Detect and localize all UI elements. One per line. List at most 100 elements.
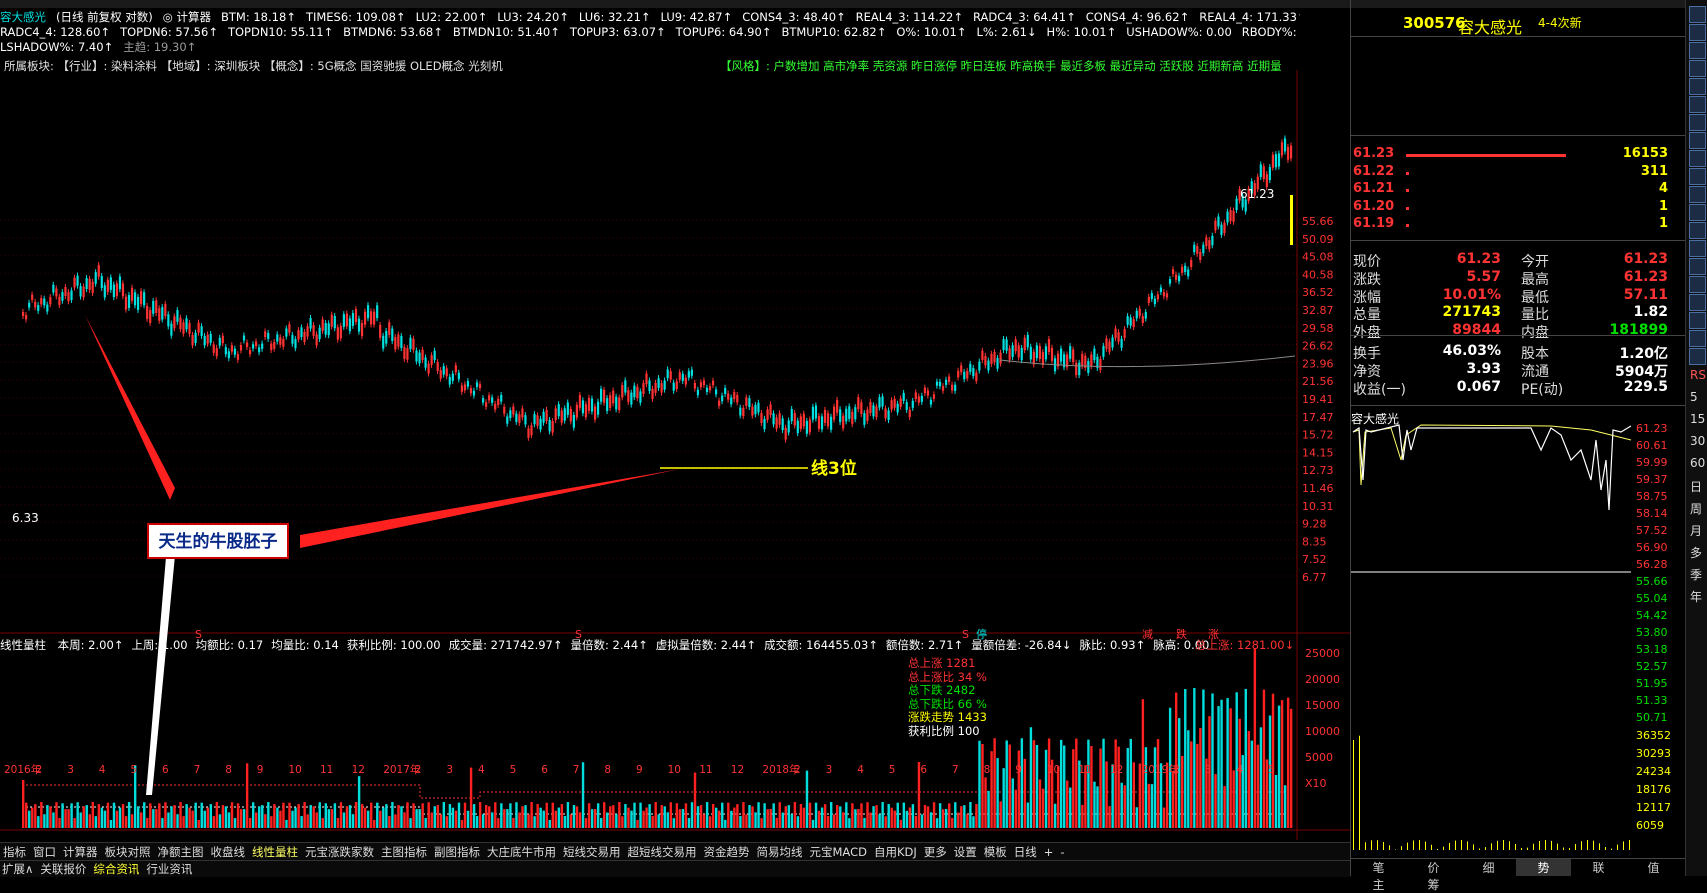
candle bbox=[469, 388, 473, 394]
indicator-tab[interactable]: 窗口 bbox=[30, 843, 60, 860]
volume-bar bbox=[285, 819, 288, 828]
indicator-tab[interactable]: 净额主图 bbox=[155, 843, 208, 860]
toolbar-icon[interactable] bbox=[1689, 294, 1706, 311]
volume-bar bbox=[554, 810, 558, 828]
volume-bar bbox=[1044, 749, 1048, 828]
volume-bar bbox=[884, 816, 887, 828]
period-label[interactable]: RSI bbox=[1690, 368, 1707, 382]
indicator-tab[interactable]: 资金趋势 bbox=[701, 843, 754, 860]
volume-bar bbox=[185, 804, 188, 828]
period-label[interactable]: 60 bbox=[1690, 456, 1705, 470]
indicator-tab[interactable]: 主图指标 bbox=[378, 843, 431, 860]
period-label[interactable]: 月 bbox=[1690, 522, 1702, 539]
toolbar-right[interactable]: RSI 5 15 30 60 日周月多季年 bbox=[1685, 0, 1707, 876]
toolbar-icon[interactable] bbox=[1689, 240, 1706, 257]
right-tab[interactable]: 价 bbox=[1406, 859, 1461, 876]
period-label[interactable]: 15 bbox=[1690, 412, 1705, 426]
indicator-tab[interactable]: 线性量柱 bbox=[249, 843, 302, 860]
period-label[interactable]: 年 bbox=[1690, 588, 1702, 605]
indicator-tab[interactable]: 超短线交易用 bbox=[625, 843, 701, 860]
candle bbox=[146, 305, 149, 319]
indicator-tab[interactable]: - bbox=[1057, 844, 1068, 859]
indicator-tab[interactable]: + bbox=[1041, 844, 1058, 859]
toolbar-icon[interactable] bbox=[1689, 204, 1706, 221]
volume-bar bbox=[451, 807, 455, 828]
bottom-tab[interactable]: 关联报价 bbox=[38, 861, 91, 877]
intraday-vol-bar bbox=[1623, 841, 1624, 850]
intraday-price-tick: 56.28 bbox=[1636, 558, 1668, 571]
bottom-tab[interactable]: 扩展∧ bbox=[0, 861, 38, 877]
indicator-tab[interactable]: 板块对照 bbox=[102, 843, 155, 860]
bottom-bar[interactable]: 扩展∧ 关联报价 综合资讯 行业资讯 bbox=[0, 860, 1350, 877]
period-label[interactable]: 5 bbox=[1690, 390, 1698, 404]
period-label[interactable]: 多 bbox=[1690, 544, 1702, 561]
indicator-tab[interactable]: 更多 bbox=[921, 843, 951, 860]
right-tab[interactable]: 势 bbox=[1516, 859, 1571, 876]
period-label[interactable]: 季 bbox=[1690, 566, 1702, 583]
quote-row: 涨幅 10.01% 最低 57.11 bbox=[1351, 287, 1686, 306]
toolbar-icon[interactable] bbox=[1689, 312, 1706, 329]
toolbar-icon[interactable] bbox=[1689, 96, 1706, 113]
right-tab-bar[interactable]: 笔价细势联值主筹 bbox=[1351, 858, 1686, 892]
toolbar-icon[interactable] bbox=[1689, 24, 1706, 41]
volume-bar bbox=[1035, 745, 1039, 828]
price-tick: 36.52 bbox=[1302, 286, 1334, 299]
toolbar-icon[interactable] bbox=[1689, 150, 1706, 167]
volume-bar bbox=[227, 812, 231, 828]
candle bbox=[551, 421, 554, 433]
bottom-tab[interactable]: 行业资讯 bbox=[144, 861, 197, 877]
intraday-chart[interactable]: 61.23 60.61 59.99 59.37 58.75 58.14 57.52 56.90… bbox=[1351, 420, 1686, 852]
bottom-tab[interactable]: 综合资讯 bbox=[91, 861, 144, 877]
toolbar-icon[interactable] bbox=[1689, 276, 1706, 293]
indicator-tab[interactable]: 短线交易用 bbox=[560, 843, 625, 860]
period-label[interactable]: 30 bbox=[1690, 434, 1705, 448]
toolbar-icon[interactable] bbox=[1689, 60, 1706, 77]
indicator-tab[interactable]: 简易均线 bbox=[754, 843, 807, 860]
volume-bar bbox=[902, 802, 906, 828]
volume-bar bbox=[303, 802, 306, 828]
right-tab[interactable]: 筹 bbox=[1406, 876, 1461, 893]
volume-bar bbox=[373, 819, 376, 828]
period-label[interactable]: 日 bbox=[1690, 478, 1702, 495]
indicator-tab[interactable]: 设置 bbox=[951, 843, 981, 860]
right-tab[interactable]: 笔 bbox=[1351, 859, 1406, 876]
intraday-price-tick: 54.42 bbox=[1636, 609, 1668, 622]
indicator-tab[interactable]: 指标 bbox=[0, 843, 30, 860]
indicator-tab[interactable]: 模板 bbox=[981, 843, 1011, 860]
volume-bar bbox=[600, 817, 603, 828]
toolbar-icon[interactable] bbox=[1689, 222, 1706, 239]
intraday-vol-bar bbox=[1389, 845, 1390, 850]
candle bbox=[1069, 346, 1072, 359]
indicator-tab[interactable]: 元宝MACD bbox=[807, 843, 871, 860]
indicator-tab[interactable]: 大庄底牛市用 bbox=[484, 843, 560, 860]
candle bbox=[1217, 216, 1220, 227]
right-tab[interactable]: 值 bbox=[1626, 859, 1681, 876]
toolbar-icon[interactable] bbox=[1689, 6, 1706, 23]
candle bbox=[609, 395, 612, 408]
toolbar-icon[interactable] bbox=[1689, 258, 1706, 275]
period-label[interactable]: 周 bbox=[1690, 500, 1702, 517]
toolbar-icon[interactable] bbox=[1689, 132, 1706, 149]
indicator-tab[interactable]: 副图指标 bbox=[431, 843, 484, 860]
indicator-tab[interactable]: 计算器 bbox=[60, 843, 102, 860]
toolbar-icon[interactable] bbox=[1689, 78, 1706, 95]
right-tab[interactable]: 主 bbox=[1351, 876, 1406, 893]
indicator-tab[interactable]: 元宝涨跌家数 bbox=[302, 843, 378, 860]
toolbar-icon[interactable] bbox=[1689, 186, 1706, 203]
right-tab[interactable]: 联 bbox=[1571, 859, 1626, 876]
indicator-tab[interactable]: 收盘线 bbox=[208, 843, 250, 860]
toolbar-icon[interactable] bbox=[1689, 114, 1706, 131]
toolbar-icon[interactable] bbox=[1689, 348, 1706, 365]
indicator-tab[interactable]: 日线 bbox=[1011, 843, 1041, 860]
right-tab[interactable]: 细 bbox=[1461, 859, 1516, 876]
stat-line: 获利比例 100 bbox=[908, 723, 980, 738]
candle bbox=[978, 361, 981, 371]
intraday-vol-bar bbox=[1467, 841, 1468, 850]
toolbar-icon[interactable] bbox=[1689, 330, 1706, 347]
toolbar-icon[interactable] bbox=[1689, 42, 1706, 59]
kline-chart[interactable]: 55.66 50.09 45.08 40.58 36.52 32.87 29.58 26.62… bbox=[0, 70, 1350, 840]
indicator-tab-bar[interactable]: 指标 窗口 计算器 板块对照 净额主图 收盘线 线性量柱 元宝涨跌家数 主图指标 副图指标 大庄底牛… bbox=[0, 842, 1350, 860]
indicator-tab[interactable]: 自用KDJ bbox=[871, 843, 921, 860]
rise-fall-stats: 总上涨 1281 总上涨比 34 % 总下跌 2482 总下跌比 66 % 涨跌走势 1… bbox=[908, 656, 987, 738]
toolbar-icon[interactable] bbox=[1689, 168, 1706, 185]
